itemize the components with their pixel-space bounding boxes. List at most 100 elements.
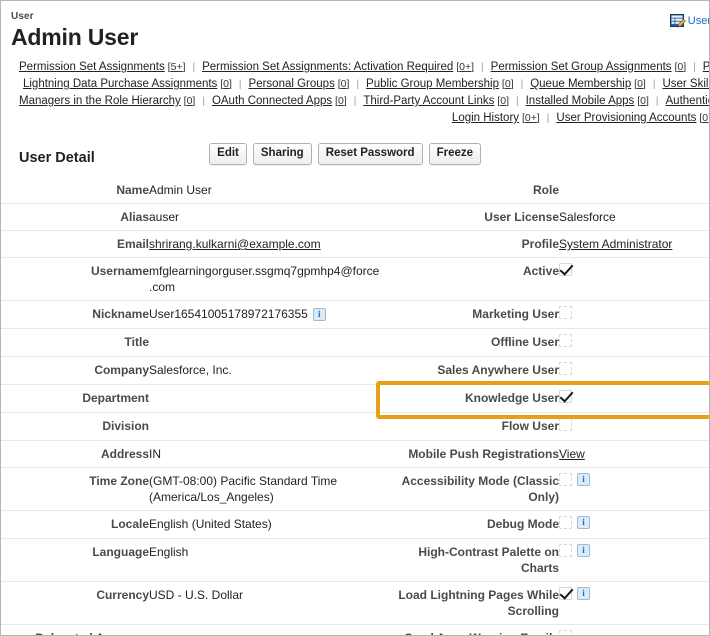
field-label-left: Language: [1, 538, 149, 582]
quicklink-separator: |: [655, 96, 659, 107]
field-value-left: English: [149, 538, 381, 582]
quicklink-link[interactable]: Public Group Membership: [366, 78, 499, 90]
field-label-left: Time Zone: [1, 467, 149, 511]
field-label-left: Address: [1, 440, 149, 468]
quicklink-link[interactable]: Installed Mobile Apps: [526, 95, 635, 107]
checkbox-group: [559, 362, 572, 375]
object-type-label: User: [11, 11, 34, 22]
quicklink-separator: |: [353, 96, 357, 107]
field-link[interactable]: View: [559, 447, 585, 461]
field-value-right: [559, 624, 709, 635]
field-value-left: auser: [149, 203, 381, 231]
reset-password-button[interactable]: Reset Password: [317, 143, 423, 165]
quicklink-separator: |: [652, 79, 656, 90]
checkbox-checked: [559, 390, 572, 403]
field-label-left: Nickname: [1, 300, 149, 329]
checkbox-group: [559, 306, 572, 319]
quicklink-link[interactable]: Login History: [452, 112, 519, 124]
field-value-right: [559, 412, 709, 441]
quicklink-link[interactable]: OAuth Connected Apps: [212, 95, 332, 107]
quicklink-separator: |: [520, 79, 524, 90]
checkbox-group: [559, 390, 572, 403]
detail-row: Alias auser User License Salesforce: [1, 203, 709, 231]
info-icon[interactable]: i: [577, 516, 590, 529]
quicklink-item: Personal Groups [0]: [249, 78, 350, 90]
detail-row: Company Salesforce, Inc. Sales Anywhere Us…: [1, 356, 709, 385]
checkbox-group: i: [559, 473, 590, 486]
detail-row: Locale English (United States) Debug Mode i: [1, 510, 709, 539]
field-label-right: Flow User: [381, 412, 559, 441]
user-detail-body: Name Admin User Role Alias auser User License…: [1, 177, 709, 635]
quicklink-item: OAuth Connected Apps [0]: [212, 95, 347, 107]
field-label-right: Offline User: [381, 328, 559, 357]
field-label-right: Sales Anywhere User: [381, 356, 559, 385]
checkbox-unchecked: [559, 362, 572, 375]
field-value-right: i: [559, 467, 709, 511]
quicklink-separator: |: [238, 79, 242, 90]
field-value-right: i: [559, 510, 709, 539]
quicklink-count: [0]: [696, 112, 709, 124]
edit-layout-label[interactable]: User: [688, 14, 709, 28]
quicklink-link[interactable]: Managers in the Role Hierarchy: [19, 95, 181, 107]
quicklink-link[interactable]: Queue Membership: [530, 78, 631, 90]
checkbox-group: [559, 418, 572, 431]
freeze-button[interactable]: Freeze: [428, 143, 481, 165]
checkbox-group: [559, 334, 572, 347]
quicklink-link[interactable]: Permission Set Assignments: Activation R…: [202, 61, 453, 73]
checkbox-checked: [559, 263, 572, 276]
field-label-left: Username: [1, 257, 149, 301]
record-header: User Admin User User: [1, 1, 709, 51]
field-link[interactable]: System Administrator: [559, 237, 672, 251]
sharing-button[interactable]: Sharing: [252, 143, 312, 165]
field-value-left: mfglearningorguser.ssgmq7gpmhp4@force.co…: [149, 257, 381, 301]
checkbox-group: i: [559, 544, 590, 557]
quicklink-link[interactable]: Lightning Data Purchase Assignments: [23, 78, 217, 90]
field-label-right: Active: [381, 257, 559, 301]
quicklink-link[interactable]: Third-Party Account Links: [363, 95, 494, 107]
quicklink-separator: |: [356, 79, 360, 90]
info-icon[interactable]: i: [577, 587, 590, 600]
field-value-right: [559, 177, 709, 204]
field-label-right: Debug Mode: [381, 510, 559, 539]
user-detail-page: User Admin User User Permission Set Assi…: [0, 0, 710, 636]
field-value-right: [559, 328, 709, 357]
checkbox-unchecked: [559, 306, 572, 319]
field-label-left: Delegated Approver: [1, 624, 149, 635]
quicklink-item: Permission Set Group Assignments [0]: [491, 61, 687, 73]
field-label-left: Name: [1, 177, 149, 204]
field-value-right: [559, 300, 709, 329]
field-value-right: [559, 257, 709, 301]
quicklink-link[interactable]: Permission S: [703, 61, 709, 73]
quicklink-item: Permission Set Assignments [5+]: [19, 61, 185, 73]
quicklink-link[interactable]: Authentication Setti: [666, 95, 709, 107]
quicklink-link[interactable]: Permission Set Assignments: [19, 61, 165, 73]
field-value-right: [559, 384, 709, 413]
quicklink-link[interactable]: Personal Groups: [249, 78, 335, 90]
quicklink-count: [0+]: [453, 61, 475, 73]
user-detail-table: Name Admin User Role Alias auser User License…: [1, 177, 709, 635]
edit-layout-link[interactable]: User: [669, 13, 709, 29]
field-label-right: Knowledge User: [381, 384, 559, 413]
quicklink-link[interactable]: User Skill: [662, 78, 709, 90]
edit-button[interactable]: Edit: [209, 143, 247, 165]
info-icon[interactable]: i: [577, 473, 590, 486]
field-link[interactable]: shrirang.kulkarni@example.com: [149, 237, 321, 251]
field-label-left: Company: [1, 356, 149, 385]
info-icon[interactable]: i: [312, 307, 326, 321]
detail-row: Address IN Mobile Push Registrations View: [1, 440, 709, 468]
quicklink-link[interactable]: User Provisioning Accounts: [556, 112, 696, 124]
detail-row: Currency USD - U.S. Dollar Load Lightning …: [1, 581, 709, 625]
quicklink-count: [0]: [494, 95, 509, 107]
checkbox-unchecked: [559, 516, 572, 529]
info-icon[interactable]: i: [577, 544, 590, 557]
quicklinks-row: Login History [0+] | User Provisioning Acc…: [19, 110, 709, 127]
detail-row: Title Offline User: [1, 328, 709, 357]
quicklink-link[interactable]: Permission Set Group Assignments: [491, 61, 672, 73]
quicklink-count: [0+]: [519, 112, 540, 124]
quicklink-count: [0]: [180, 95, 196, 107]
quicklink-separator: |: [516, 96, 519, 107]
value-with-info: User16541005178972176355 i: [149, 306, 326, 322]
checkbox-unchecked: [559, 473, 572, 486]
quicklink-separator: |: [693, 62, 696, 73]
quicklink-separator: |: [481, 62, 484, 73]
